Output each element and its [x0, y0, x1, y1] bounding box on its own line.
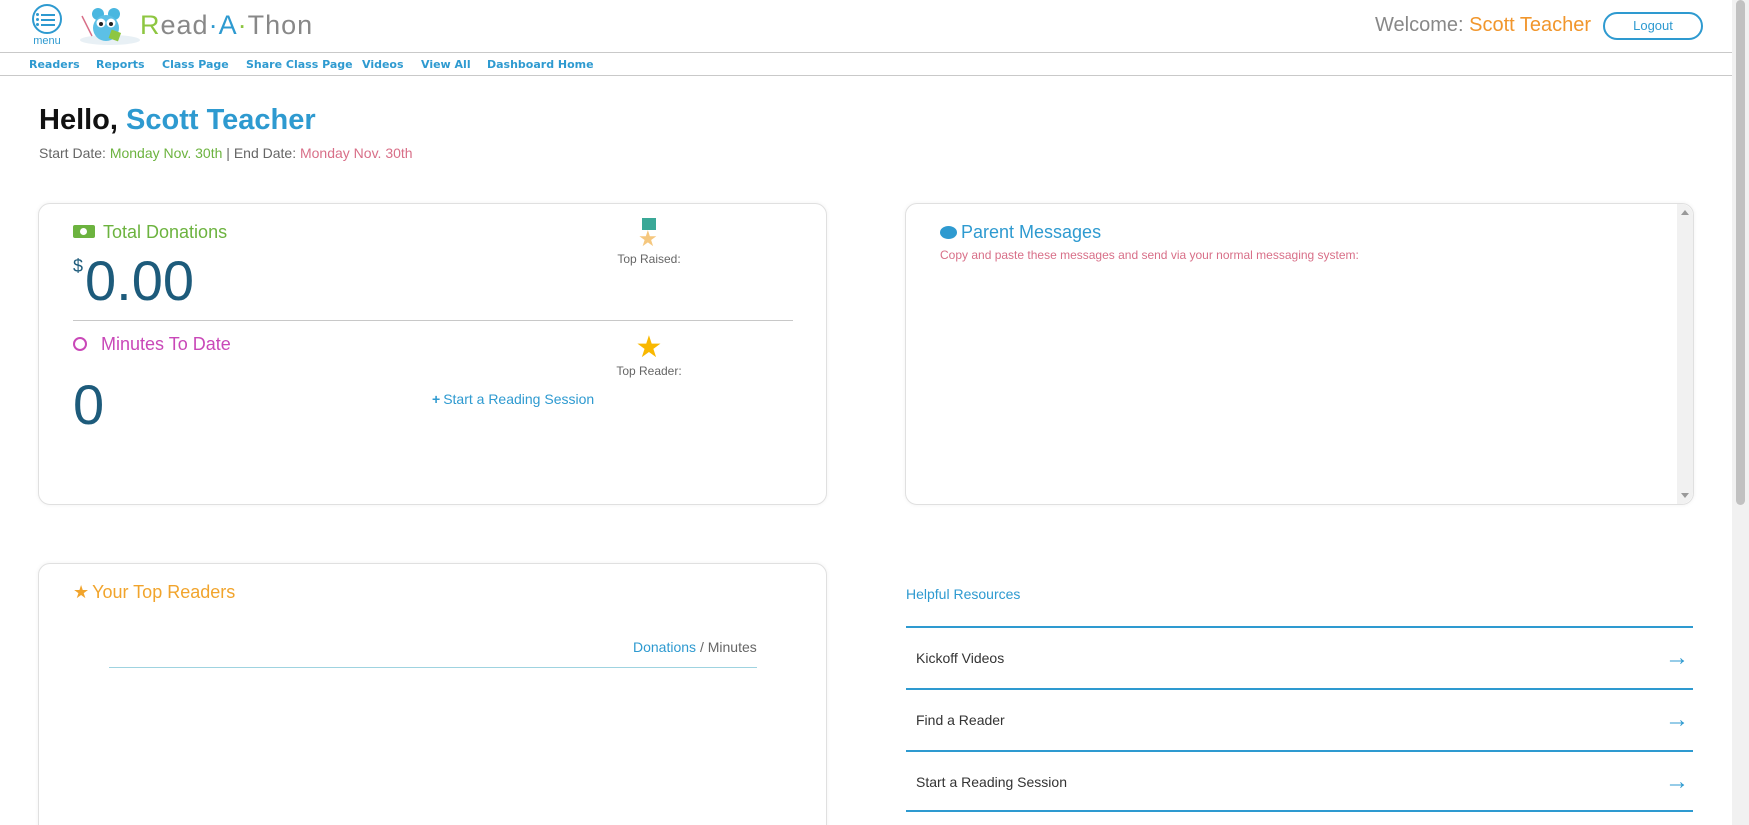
nav-item-dashboard-home[interactable]: Dashboard Home — [487, 58, 594, 71]
speech-bubble-icon — [940, 226, 957, 239]
page-scrollbar[interactable] — [1732, 0, 1749, 825]
top-raised-badge: ★ Top Raised: — [579, 218, 719, 266]
resource-start-a-reading-session[interactable]: Start a Reading Session → — [906, 750, 1693, 812]
stats-divider — [73, 320, 793, 321]
nav-item-readers[interactable]: Readers — [29, 58, 80, 71]
top-readers-toggle: Donations / Minutes — [633, 639, 757, 655]
welcome-text: Welcome: Scott Teacher — [1375, 14, 1592, 36]
page-title: Hello, Scott Teacher — [39, 104, 316, 136]
parent-messages-subtitle: Copy and paste these messages and send v… — [940, 248, 1359, 262]
welcome-user-name: Scott Teacher — [1469, 14, 1592, 36]
menu-label: menu — [33, 35, 61, 47]
helpful-resources-title: Helpful Resources — [906, 586, 1021, 602]
resource-label: Start a Reading Session — [916, 774, 1067, 790]
nav-item-class-page[interactable]: Class Page — [162, 58, 229, 71]
cash-icon — [73, 225, 95, 238]
nav-item-videos[interactable]: Videos — [362, 58, 404, 71]
arrow-right-icon: → — [1665, 644, 1689, 671]
nav-item-share-class-page[interactable]: Share Class Page — [246, 58, 353, 71]
resource-label: Find a Reader — [916, 712, 1005, 728]
nav-item-reports[interactable]: Reports — [96, 58, 145, 71]
arrow-right-icon: → — [1665, 706, 1689, 733]
mascot-logo-icon — [80, 8, 140, 45]
menu-button[interactable]: menu — [30, 4, 64, 47]
resource-kickoff-videos[interactable]: Kickoff Videos → — [906, 626, 1693, 688]
parent-messages-title: Parent Messages — [940, 222, 1101, 243]
stopwatch-icon — [73, 337, 87, 351]
logout-button[interactable]: Logout — [1603, 12, 1703, 40]
end-date: Monday Nov. 30th — [299, 145, 413, 161]
total-donations-title: Total Donations — [73, 222, 227, 243]
minutes-value: 0 — [73, 373, 105, 436]
nav-bar: Readers Reports Class Page Share Class P… — [0, 54, 1732, 76]
page-scrollbar-thumb[interactable] — [1736, 0, 1745, 505]
medal-icon: ★ — [636, 218, 662, 250]
toggle-donations[interactable]: Donations — [633, 639, 696, 655]
resource-label: Kickoff Videos — [916, 650, 1005, 666]
nav-item-view-all[interactable]: View All — [421, 58, 471, 71]
logo-wordmark: Read·A·Thon — [140, 10, 314, 40]
start-date: Monday Nov. 30th — [109, 145, 223, 161]
donations-amount: $0.00 — [73, 249, 195, 312]
plus-icon: + — [432, 391, 441, 407]
resource-find-a-reader[interactable]: Find a Reader → — [906, 688, 1693, 750]
top-bar: menu Read·A·Thon Welcome: Scott Teacher … — [0, 0, 1732, 53]
star-icon: ★ — [73, 582, 90, 602]
greeting-user-name: Scott Teacher — [126, 104, 316, 136]
date-range: Start Date: Monday Nov. 30th | End Date:… — [39, 145, 413, 161]
star-icon: ★ — [635, 331, 663, 364]
helpful-resources-list: Kickoff Videos → Find a Reader → Start a… — [906, 626, 1693, 812]
top-readers-title: ★ Your Top Readers — [73, 582, 236, 602]
arrow-right-icon: → — [1665, 768, 1689, 795]
logo[interactable]: Read·A·Thon — [70, 4, 314, 46]
toggle-minutes[interactable]: Minutes — [708, 639, 757, 655]
start-reading-session-link[interactable]: + Start a Reading Session — [432, 391, 594, 407]
messages-scrollbar[interactable] — [1677, 204, 1693, 504]
parent-messages-card: Parent Messages Copy and paste these mes… — [905, 203, 1694, 505]
minutes-to-date-title: Minutes To Date — [73, 334, 231, 355]
top-reader-badge: ★ Top Reader: — [579, 331, 719, 379]
top-readers-card: ★ Your Top Readers Donations / Minutes — [38, 563, 827, 825]
menu-icon — [32, 4, 62, 34]
stats-card: Total Donations $0.00 ★ Top Raised: Minu… — [38, 203, 827, 505]
top-readers-divider — [109, 667, 757, 668]
scroll-up-icon[interactable] — [1681, 210, 1689, 215]
top-raised-label: Top Raised: — [617, 252, 681, 266]
top-reader-label: Top Reader: — [616, 364, 682, 378]
scroll-down-icon[interactable] — [1681, 493, 1689, 498]
